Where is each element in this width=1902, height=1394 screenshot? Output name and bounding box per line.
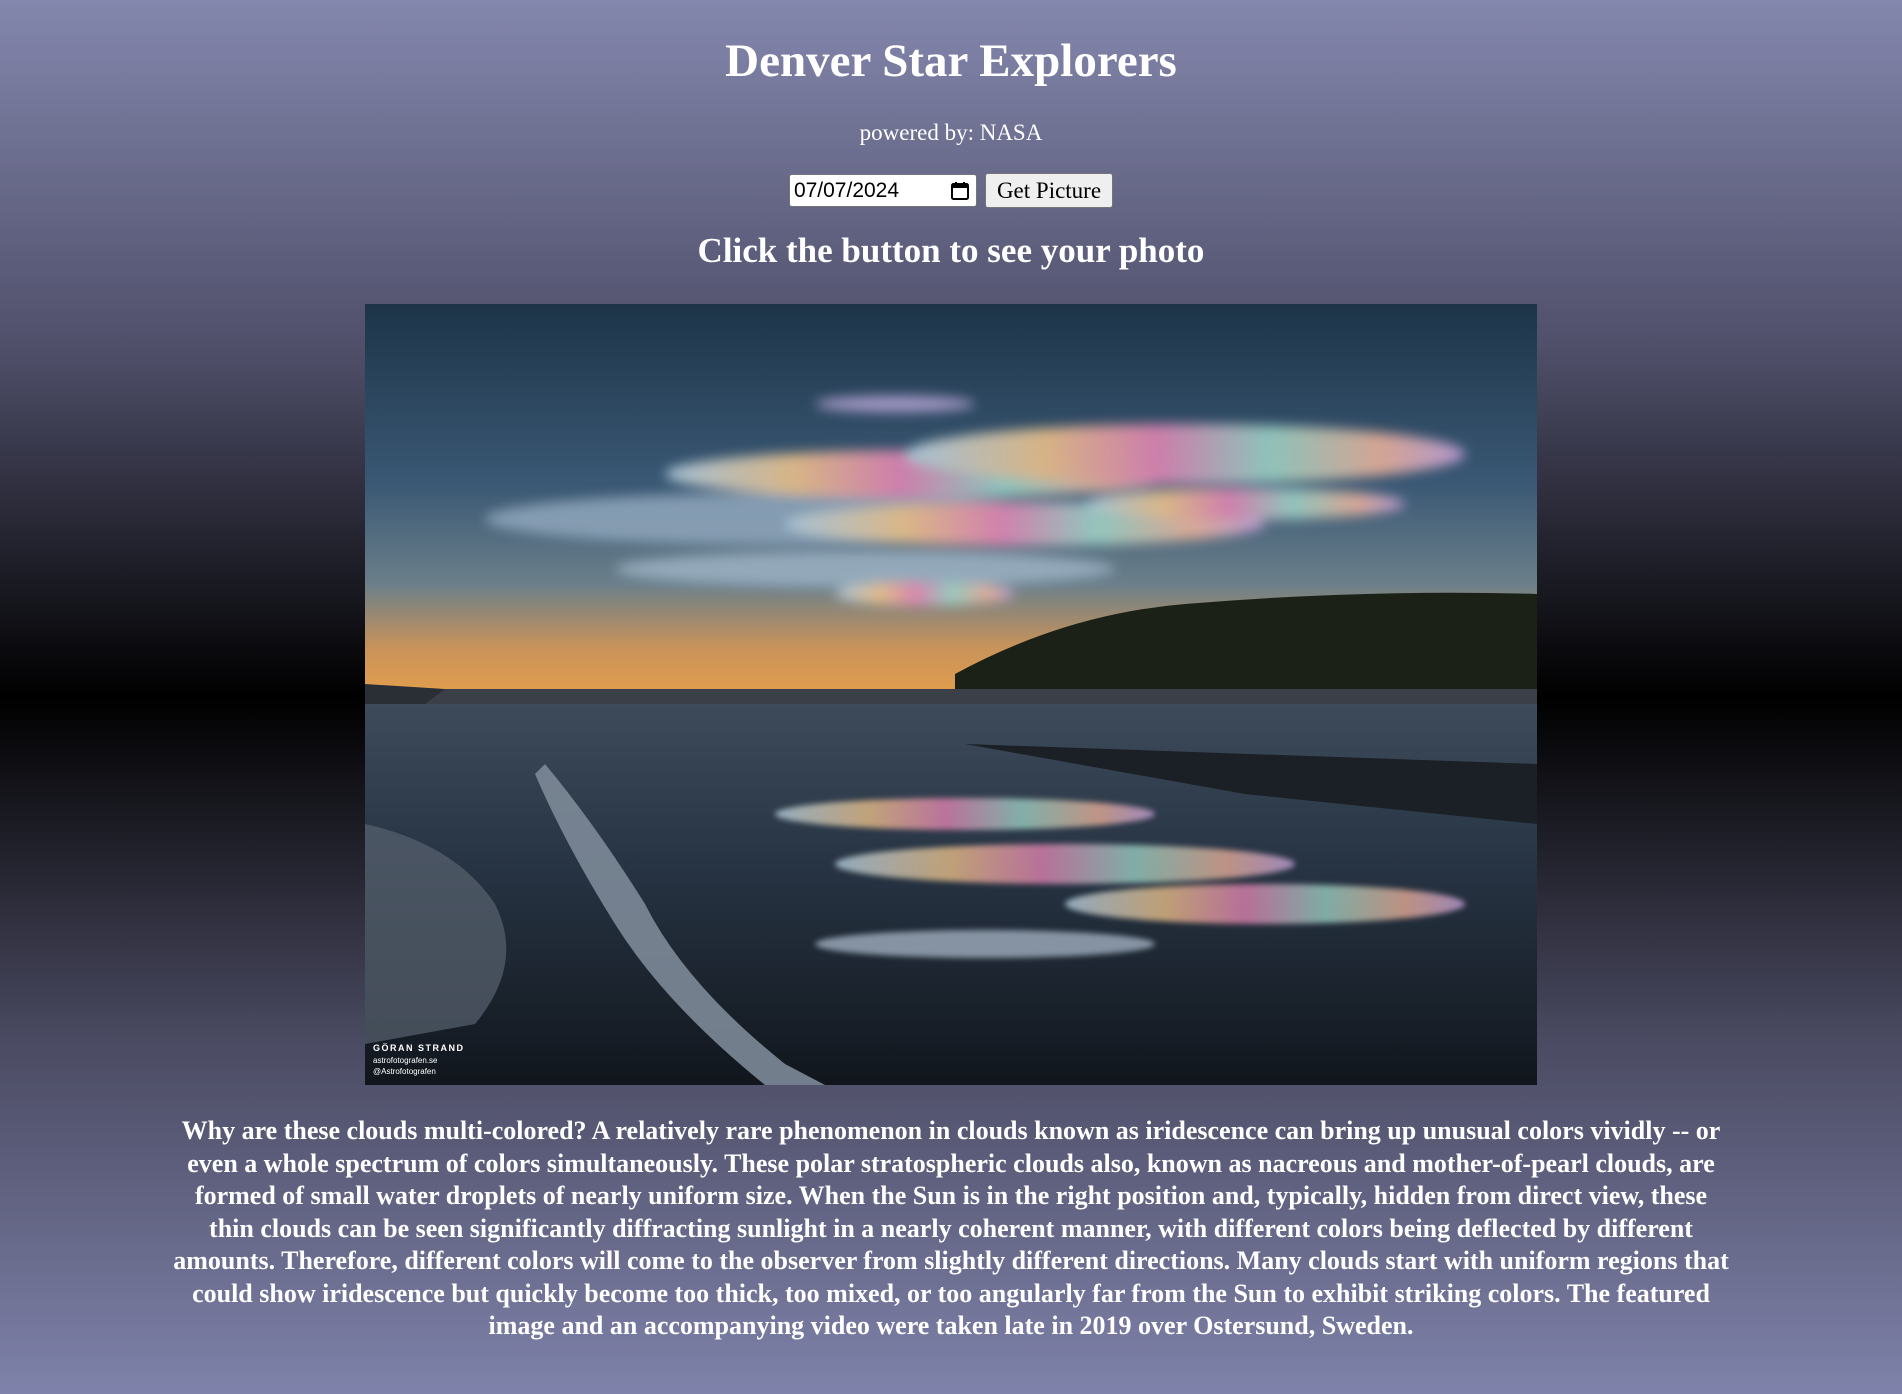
date-controls: 07/07/2024 Get Picture [0,173,1902,208]
powered-by-label: powered by: NASA [859,120,1043,145]
photo-description: Why are these clouds multi-colored? A re… [173,1116,1729,1340]
watermark-site: astrofotografen.se [373,1056,438,1065]
watermark-handle: @Astrofotografen [373,1067,436,1076]
apod-photo: GÖRAN STRAND astrofotografen.se @Astrofo… [365,304,1537,1085]
instruction-heading: Click the button to see your photo [697,231,1205,270]
watermark-name: GÖRAN STRAND [373,1043,465,1053]
calendar-icon[interactable] [950,181,970,201]
date-input[interactable]: 07/07/2024 [788,174,977,207]
date-input-value: 07/07/2024 [793,178,900,202]
get-picture-button[interactable]: Get Picture [984,173,1114,208]
page-title: Denver Star Explorers [725,35,1177,87]
